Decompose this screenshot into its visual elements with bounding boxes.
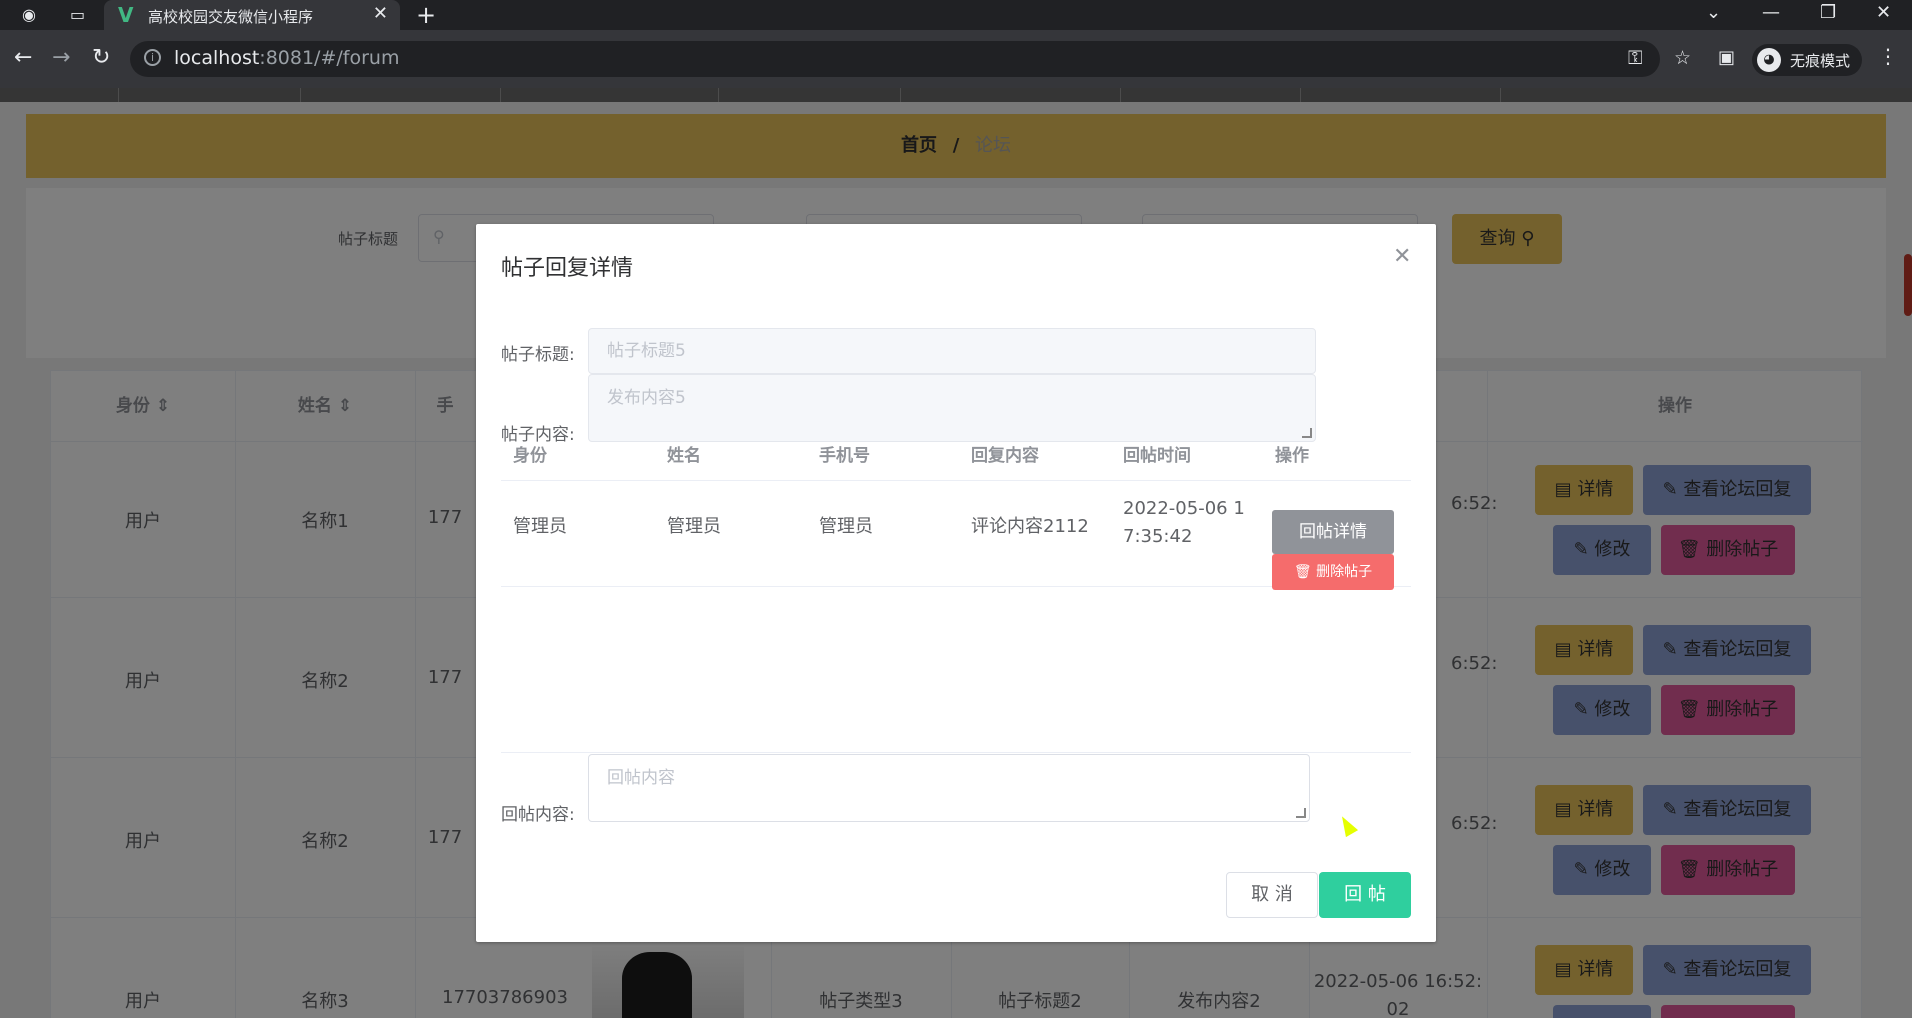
replies-col-name: 姓名 xyxy=(667,446,701,466)
post-title-input: 帖子标题5 xyxy=(588,328,1316,374)
url-field[interactable]: i localhost:8081/#/forum ⚿ ☆ xyxy=(130,41,1691,77)
replies-col-content: 回复内容 xyxy=(971,446,1039,466)
replies-col-phone: 手机号 xyxy=(819,446,870,466)
extension-icon[interactable]: ▣ xyxy=(1718,47,1735,68)
submit-reply-button[interactable]: 回 帖 xyxy=(1319,872,1411,918)
incognito-badge[interactable]: ◕ 无痕模式 xyxy=(1752,44,1862,76)
bookmark-star-icon[interactable]: ☆ xyxy=(1674,47,1691,69)
reply-content-label: 回帖内容: xyxy=(501,805,575,825)
delete-reply-button[interactable]: 🗑 删除帖子 xyxy=(1272,554,1394,590)
tab-close-icon[interactable]: ✕ xyxy=(373,3,388,24)
replies-col-actions: 操作 xyxy=(1275,446,1309,466)
reply-detail-button[interactable]: 回帖详情 xyxy=(1272,510,1394,554)
reply-detail-dialog: 帖子回复详情 ✕ 帖子标题: 帖子标题5 帖子内容: 发布内容5 身份 姓名 手… xyxy=(476,224,1436,942)
minimize-button[interactable]: — xyxy=(1762,2,1780,23)
browser-tab[interactable]: V 高校校园交友微信小程序 ✕ xyxy=(104,0,400,30)
replies-col-time: 回帖时间 xyxy=(1123,446,1191,466)
menu-kebab-icon[interactable]: ⋮ xyxy=(1878,44,1898,68)
tab-title: 高校校园交友微信小程序 xyxy=(148,8,314,26)
tab-search-icon[interactable]: ⌄ xyxy=(1706,2,1721,23)
browser-tab-bar: ◉ ▭ V 高校校园交友微信小程序 ✕ + ⌄ — ❐ ✕ xyxy=(0,0,1912,30)
close-icon[interactable]: ✕ xyxy=(1393,244,1411,269)
url-text: localhost:8081/#/forum xyxy=(174,47,400,69)
back-icon[interactable]: ← xyxy=(14,45,32,70)
tab-grid-icon[interactable]: ▭ xyxy=(70,5,85,24)
maximize-button[interactable]: ❐ xyxy=(1820,2,1836,23)
key-icon[interactable]: ⚿ xyxy=(1628,47,1642,69)
vue-logo-icon: V xyxy=(118,3,134,27)
reload-icon[interactable]: ↻ xyxy=(92,45,110,70)
incognito-icon: ◕ xyxy=(1757,48,1781,72)
globe-icon[interactable]: ◉ xyxy=(22,5,36,24)
post-title-label: 帖子标题: xyxy=(501,345,575,365)
reply-content-textarea[interactable]: 回帖内容 xyxy=(588,754,1310,822)
dialog-title: 帖子回复详情 xyxy=(501,256,634,281)
info-icon[interactable]: i xyxy=(144,49,161,66)
forward-icon[interactable]: → xyxy=(52,45,70,70)
new-tab-button[interactable]: + xyxy=(416,1,436,29)
replies-col-role: 身份 xyxy=(513,446,547,466)
cancel-button[interactable]: 取 消 xyxy=(1226,872,1318,918)
address-bar: ← → ↻ i localhost:8081/#/forum ⚿ ☆ ▣ ◕ 无… xyxy=(0,30,1912,88)
close-window-button[interactable]: ✕ xyxy=(1876,2,1891,23)
